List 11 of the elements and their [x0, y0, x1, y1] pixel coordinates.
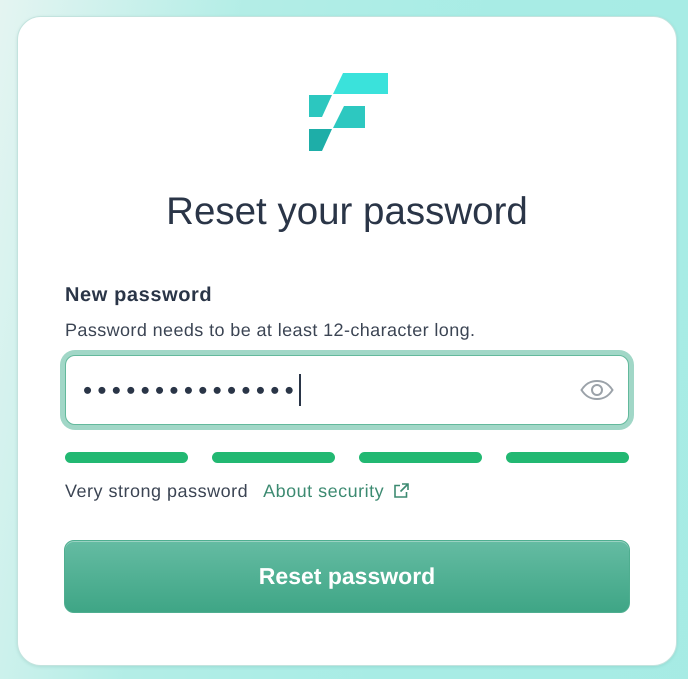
- eye-icon: [580, 380, 614, 400]
- about-security-link[interactable]: About security: [263, 479, 410, 503]
- strength-text: Very strong password: [65, 480, 248, 503]
- page-title: Reset your password: [165, 190, 529, 234]
- show-password-button[interactable]: [580, 379, 614, 401]
- password-value: •••••••••••••••: [83, 374, 300, 406]
- text-cursor-icon: [299, 374, 302, 406]
- reset-password-button[interactable]: Reset password: [64, 540, 630, 613]
- field-hint: Password needs to be at least 12-character long.: [65, 319, 476, 341]
- field-label: New password: [65, 283, 214, 307]
- logo-icon: [308, 73, 388, 151]
